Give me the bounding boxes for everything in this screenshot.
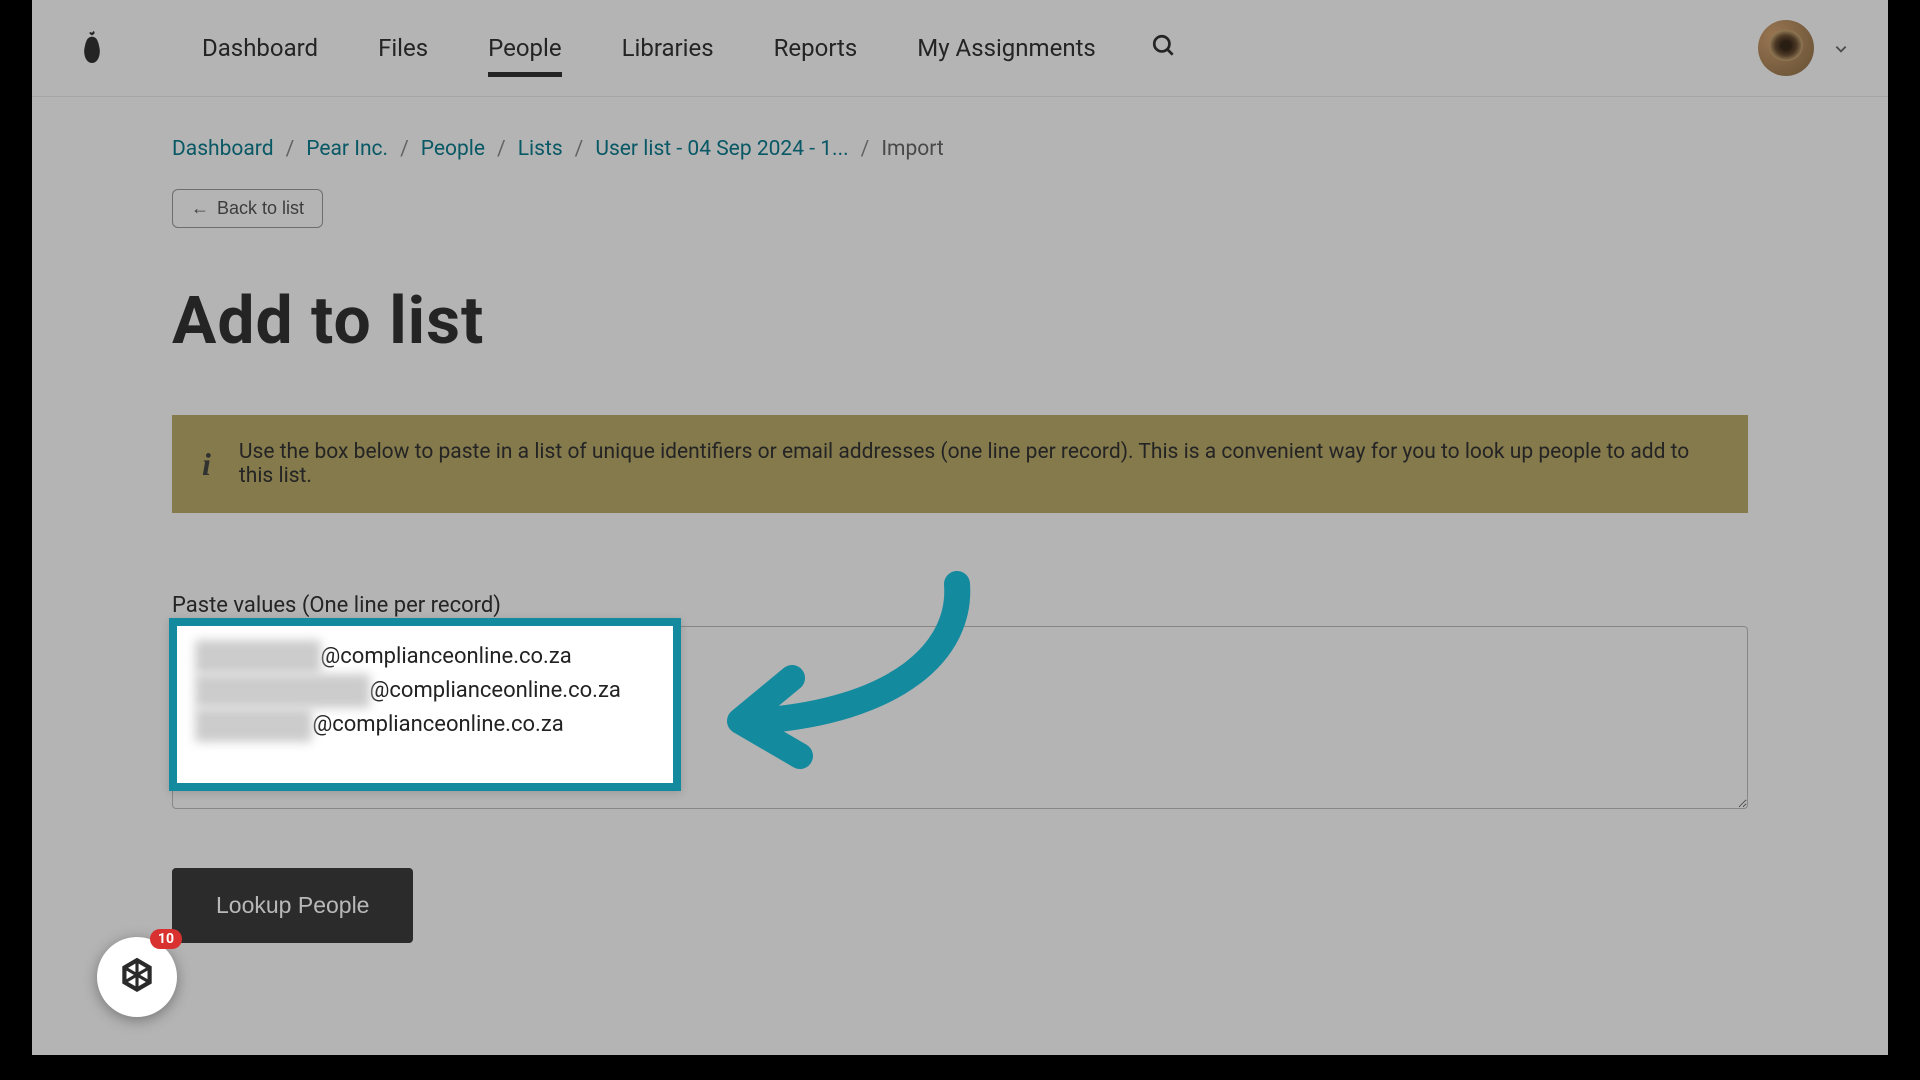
back-button-label: Back to list	[217, 198, 304, 219]
nav-libraries[interactable]: Libraries	[622, 1, 714, 95]
page-title: Add to list	[172, 283, 1748, 360]
chat-badge: 10	[150, 929, 182, 949]
nav-dashboard[interactable]: Dashboard	[202, 1, 318, 95]
nav-reports[interactable]: Reports	[774, 1, 858, 95]
back-arrow-icon: ←	[191, 198, 209, 219]
chat-widget-button[interactable]: 10	[97, 937, 177, 1017]
search-icon[interactable]	[1151, 33, 1177, 63]
breadcrumb-dashboard[interactable]: Dashboard	[172, 137, 274, 161]
back-to-list-button[interactable]: ← Back to list	[172, 189, 323, 228]
lookup-people-button[interactable]: Lookup People	[172, 868, 413, 943]
nav-files[interactable]: Files	[378, 1, 428, 95]
main-header: Dashboard Files People Libraries Reports…	[32, 0, 1888, 97]
info-text: Use the box below to paste in a list of …	[239, 440, 1718, 488]
breadcrumb-user-list[interactable]: User list - 04 Sep 2024 - 1...	[595, 137, 848, 161]
chat-logo-icon	[116, 956, 158, 998]
breadcrumb-separator: /	[497, 137, 506, 161]
breadcrumb-lists[interactable]: Lists	[518, 137, 563, 161]
info-box: i Use the box below to paste in a list o…	[172, 415, 1748, 513]
breadcrumb-separator: /	[400, 137, 409, 161]
paste-values-label: Paste values (One line per record)	[172, 593, 1748, 618]
breadcrumb: Dashboard / Pear Inc. / People / Lists /…	[172, 137, 1748, 161]
pear-logo[interactable]	[72, 23, 112, 73]
breadcrumb-separator: /	[575, 137, 584, 161]
breadcrumb-separator: /	[861, 137, 870, 161]
list-item: xxxxx xx xxxxxxxx@complianceonline.co.za	[195, 674, 655, 708]
highlight-annotation-box: xxxxx xxxxxx@complianceonline.co.za xxxx…	[169, 618, 681, 791]
list-item: xxxxx Xxxxx@complianceonline.co.za	[195, 708, 655, 742]
breadcrumb-people[interactable]: People	[421, 137, 485, 161]
nav-my-assignments[interactable]: My Assignments	[917, 1, 1096, 95]
main-nav: Dashboard Files People Libraries Reports…	[202, 1, 1096, 95]
user-menu-chevron-icon[interactable]	[1834, 41, 1848, 55]
nav-people[interactable]: People	[488, 1, 561, 95]
breadcrumb-current: Import	[881, 137, 943, 161]
avatar[interactable]	[1758, 20, 1814, 76]
info-icon: i	[202, 446, 211, 483]
list-item: xxxxx xxxxxx@complianceonline.co.za	[195, 640, 655, 674]
breadcrumb-separator: /	[286, 137, 295, 161]
breadcrumb-pear-inc[interactable]: Pear Inc.	[306, 137, 388, 161]
